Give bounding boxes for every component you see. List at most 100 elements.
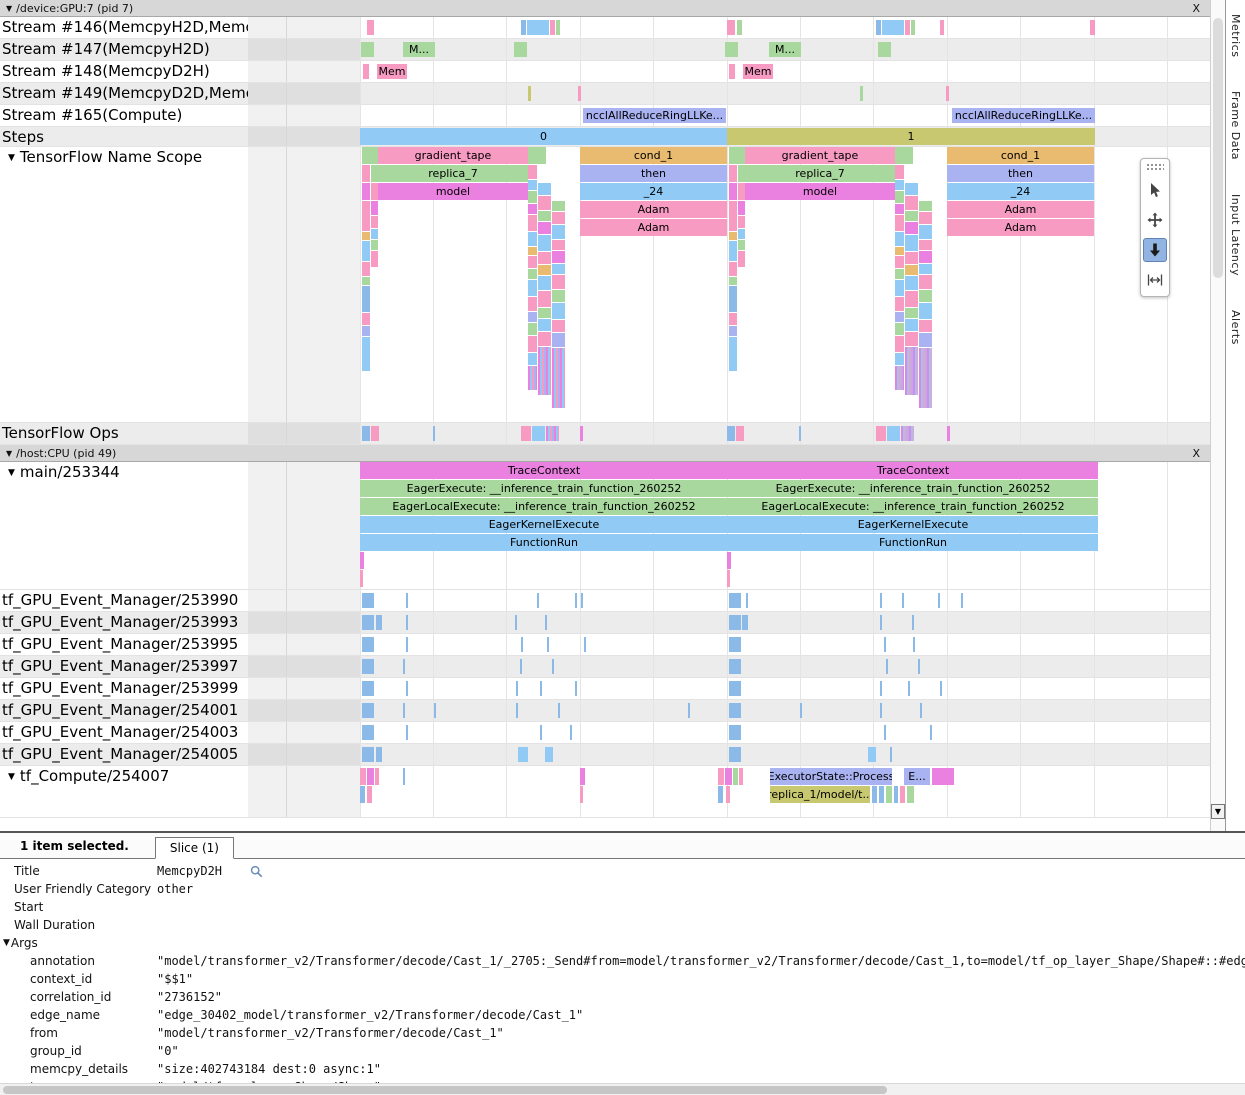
trace-event[interactable] <box>729 262 737 276</box>
trace-event[interactable] <box>737 20 742 35</box>
trace-event[interactable]: Adam <box>947 201 1094 218</box>
trace-event[interactable] <box>912 615 914 630</box>
drag-handle-icon[interactable] <box>1146 163 1164 172</box>
trace-event[interactable] <box>580 426 583 441</box>
trace-event[interactable] <box>895 165 904 179</box>
trace-event[interactable]: _24 <box>947 183 1094 200</box>
trace-event[interactable] <box>371 426 379 441</box>
trace-event[interactable] <box>403 703 405 718</box>
trace-event[interactable] <box>729 725 741 740</box>
trace-event[interactable] <box>729 286 737 312</box>
trace-event[interactable] <box>362 593 374 608</box>
trace-event[interactable] <box>919 201 932 211</box>
trace-event[interactable] <box>434 703 436 718</box>
trace-event[interactable] <box>538 222 551 234</box>
trace-event[interactable] <box>538 235 551 251</box>
trace-event[interactable] <box>528 336 537 352</box>
trace-event[interactable] <box>729 165 737 182</box>
trace-event[interactable] <box>360 552 364 569</box>
track-label-evm-254003[interactable]: tf_GPU_Event_Manager/254003 <box>0 722 248 743</box>
trace-event[interactable] <box>725 42 738 57</box>
trace-event[interactable] <box>729 659 741 674</box>
trace-event[interactable] <box>729 277 737 285</box>
trace-event[interactable]: ncclAllReduceRingLLKe... <box>583 108 726 123</box>
trace-event[interactable] <box>362 637 374 652</box>
trace-event[interactable] <box>729 337 737 371</box>
trace-event[interactable]: Adam <box>580 201 727 218</box>
trace-event[interactable] <box>738 216 745 228</box>
scrollbar-thumb[interactable] <box>3 1086 887 1094</box>
trace-event[interactable] <box>538 308 551 318</box>
trace-event[interactable] <box>516 703 518 718</box>
trace-event[interactable] <box>725 768 732 785</box>
track-label-stream-165[interactable]: Stream #165(Compute) <box>0 105 248 126</box>
collapse-expander-icon[interactable]: ▼ <box>8 772 15 782</box>
trace-event[interactable] <box>905 332 918 346</box>
trace-event[interactable] <box>362 725 374 740</box>
trace-event[interactable] <box>528 353 537 365</box>
side-tab-metrics[interactable]: Metrics <box>1229 14 1242 57</box>
trace-event[interactable] <box>905 211 918 221</box>
trace-event[interactable] <box>540 725 542 740</box>
side-tab-frame-data[interactable]: Frame Data <box>1229 91 1242 160</box>
trace-event[interactable] <box>729 703 741 718</box>
trace-event[interactable] <box>878 42 891 57</box>
trace-event[interactable] <box>552 290 565 302</box>
trace-event[interactable] <box>376 615 382 630</box>
trace-event[interactable] <box>580 768 585 785</box>
trace-event[interactable]: cond_1 <box>580 147 727 164</box>
trace-event[interactable] <box>371 240 378 250</box>
trace-event[interactable] <box>940 20 944 35</box>
trace-event[interactable] <box>905 276 918 290</box>
trace-event[interactable] <box>362 277 370 285</box>
trace-event[interactable] <box>528 280 537 296</box>
trace-event[interactable] <box>406 725 408 740</box>
trace-event[interactable] <box>367 786 372 803</box>
trace-event[interactable] <box>538 332 551 346</box>
trace-event[interactable] <box>550 20 555 35</box>
track-label-evm-254001[interactable]: tf_GPU_Event_Manager/254001 <box>0 700 248 721</box>
trace-event[interactable] <box>895 323 904 335</box>
trace-event[interactable] <box>528 86 531 101</box>
host-collapse-icon[interactable]: ▼ <box>6 449 12 458</box>
trace-event[interactable] <box>547 637 549 652</box>
trace-event[interactable] <box>905 235 918 251</box>
trace-event[interactable] <box>406 615 408 630</box>
trace-event[interactable] <box>528 312 537 322</box>
trace-event[interactable] <box>371 216 378 228</box>
trace-event[interactable] <box>362 201 370 231</box>
trace-event[interactable] <box>556 20 560 35</box>
trace-event[interactable]: EagerKernelExecute <box>728 516 1098 533</box>
trace-event[interactable] <box>895 256 904 268</box>
trace-event[interactable] <box>528 366 537 390</box>
trace-event[interactable] <box>919 333 932 347</box>
trace-event[interactable] <box>733 768 738 785</box>
trace-event[interactable] <box>521 20 526 35</box>
trace-event[interactable] <box>895 215 904 231</box>
trace-event[interactable] <box>371 229 378 239</box>
trace-event[interactable] <box>688 703 690 718</box>
trace-event[interactable] <box>528 191 537 203</box>
trace-event[interactable] <box>872 786 877 803</box>
trace-event[interactable] <box>876 20 881 35</box>
side-tab-alerts[interactable]: Alerts <box>1229 310 1242 345</box>
trace-event[interactable] <box>895 269 904 279</box>
trace-event[interactable]: Adam <box>580 219 727 236</box>
trace-event[interactable] <box>528 256 537 268</box>
trace-event[interactable] <box>895 191 904 203</box>
gpu-collapse-icon[interactable]: ▼ <box>6 4 12 13</box>
trace-event[interactable] <box>905 347 918 395</box>
trace-event[interactable] <box>718 786 723 803</box>
trace-event[interactable]: gradient_tape <box>378 147 528 164</box>
trace-event[interactable] <box>911 20 915 35</box>
scrollbar-thumb[interactable] <box>1213 18 1223 278</box>
trace-event[interactable] <box>882 20 904 35</box>
trace-event[interactable] <box>362 232 370 240</box>
trace-event[interactable] <box>880 681 882 696</box>
trace-event[interactable] <box>738 201 745 215</box>
trace-event[interactable] <box>884 725 886 740</box>
trace-event[interactable] <box>360 768 366 785</box>
trace-event[interactable] <box>552 264 565 274</box>
trace-event[interactable] <box>919 225 932 239</box>
trace-event[interactable] <box>901 426 914 441</box>
